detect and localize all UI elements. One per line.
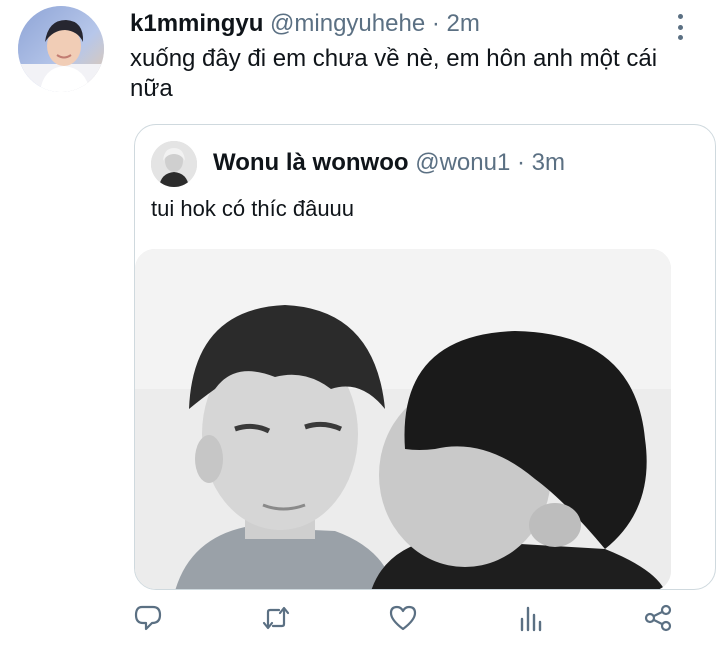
tweet-text: xuống đây đi em chưa về nè, em hôn anh m…: [130, 45, 658, 102]
tweet-header: k1mmingyu @mingyuhehe · 2m: [130, 10, 480, 38]
reply-button[interactable]: [130, 598, 166, 638]
author-handle[interactable]: @mingyuhehe: [270, 10, 425, 37]
avatar-image: [18, 6, 104, 92]
analytics-button[interactable]: [512, 598, 548, 638]
author-name[interactable]: k1mmingyu: [130, 10, 263, 37]
share-button[interactable]: [640, 598, 676, 638]
retweet-icon: [262, 606, 290, 630]
media-image: [135, 249, 671, 589]
reply-icon: [134, 605, 162, 631]
quoted-avatar-image: [151, 141, 197, 187]
tweet-action-bar: [0, 598, 720, 642]
quoted-separator-dot: ·: [516, 149, 525, 176]
more-options-icon[interactable]: [670, 12, 690, 42]
retweet-button[interactable]: [258, 598, 294, 638]
quoted-tweet-text: tui hok có thíc đâuuu: [151, 196, 355, 221]
quoted-author-avatar: [151, 141, 197, 187]
quoted-author-handle: @wonu1: [415, 149, 511, 176]
quoted-tweet-time: 3m: [531, 149, 565, 176]
quoted-tweet-header: Wonu là wonwoo @wonu1 · 3m: [213, 149, 565, 177]
like-icon: [389, 605, 417, 631]
author-avatar[interactable]: [18, 6, 104, 92]
share-icon: [644, 604, 672, 632]
like-button[interactable]: [385, 598, 421, 638]
quoted-tweet-card[interactable]: Wonu là wonwoo @wonu1 · 3m tui hok có th…: [134, 124, 716, 590]
quoted-author-name: Wonu là wonwoo: [213, 149, 409, 176]
quoted-tweet-media[interactable]: [135, 249, 671, 589]
analytics-icon: [520, 606, 542, 632]
separator-dot: ·: [431, 10, 440, 37]
tweet-time[interactable]: 2m: [447, 10, 480, 37]
